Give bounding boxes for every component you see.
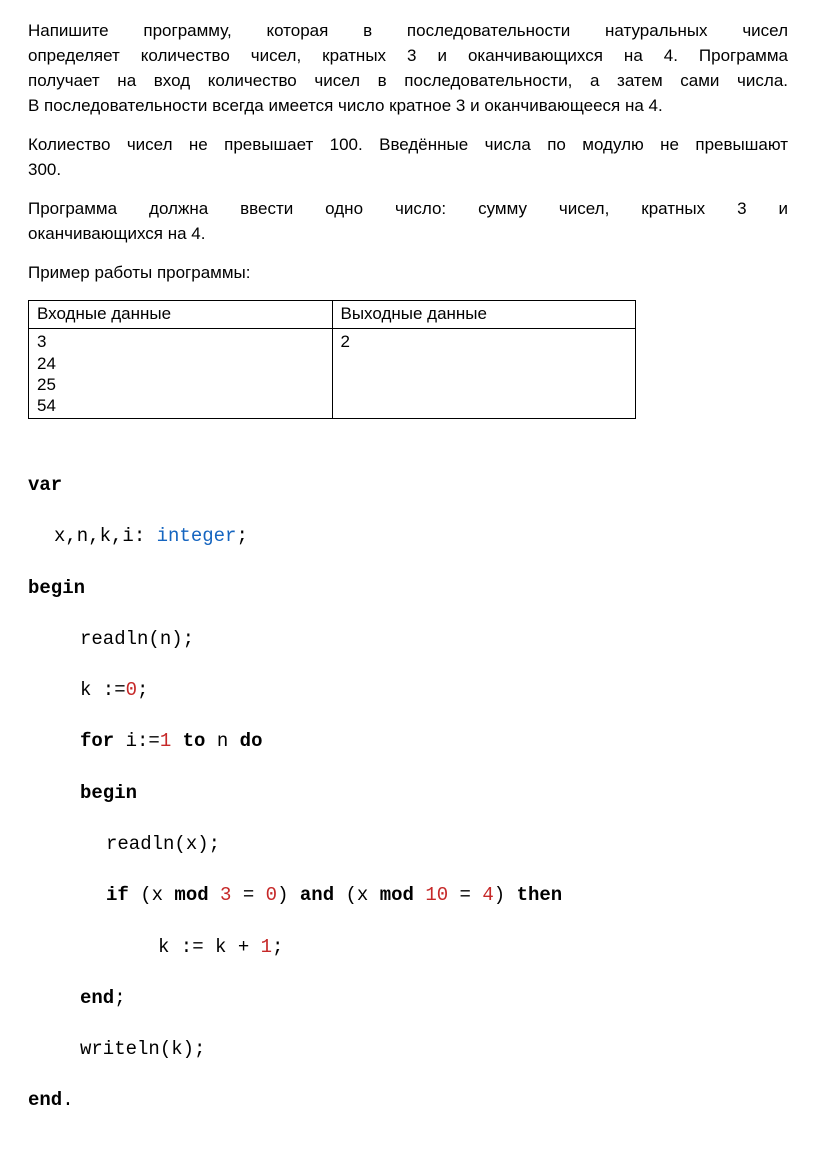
code-var: var xyxy=(28,474,62,496)
code-for-num: 1 xyxy=(160,730,171,752)
code-num3: 3 xyxy=(220,884,231,906)
code-k-assign-post: ; xyxy=(137,679,148,701)
code-k-inc-pre: k := k + xyxy=(158,936,261,958)
code-k-assign-num: 0 xyxy=(126,679,137,701)
code-if-p1: (x xyxy=(129,884,175,906)
code-mod1: mod xyxy=(174,884,208,906)
code-if-p3: (x xyxy=(334,884,380,906)
code-decl-pre: x,n,k,i: xyxy=(54,525,157,547)
code-mod2: mod xyxy=(380,884,414,906)
code-k-inc-num: 1 xyxy=(261,936,272,958)
code-for-n: n xyxy=(205,730,239,752)
code-for-to: to xyxy=(171,730,205,752)
code-num0: 0 xyxy=(266,884,277,906)
code-end-outer: end xyxy=(28,1089,62,1111)
table-header-row: Входные данные Выходные данные xyxy=(29,301,636,329)
code-end-dot: . xyxy=(62,1089,73,1111)
problem-paragraph-3-line1: Программа должна ввести одно число: сумм… xyxy=(28,198,788,221)
code-for-do: do xyxy=(240,730,263,752)
output-data-cell: 2 xyxy=(332,329,636,419)
problem-paragraph-3-line2: оканчивающихся на 4. xyxy=(28,223,788,246)
code-if-p2: ) xyxy=(277,884,300,906)
code-if-sp1 xyxy=(209,884,220,906)
code-if-eq1: = xyxy=(231,884,265,906)
code-and: and xyxy=(300,884,334,906)
code-then: then xyxy=(517,884,563,906)
code-begin: begin xyxy=(28,577,85,599)
code-if-p4: ) xyxy=(494,884,517,906)
problem-paragraph-1-line1: Напишите программу, которая в последоват… xyxy=(28,20,788,43)
code-decl-type: integer xyxy=(157,525,237,547)
code-end-semi: ; xyxy=(114,987,125,1009)
code-num10: 10 xyxy=(425,884,448,906)
code-if-sp2 xyxy=(414,884,425,906)
code-decl-post: ; xyxy=(236,525,247,547)
header-output: Выходные данные xyxy=(332,301,636,329)
code-k-assign-pre: k := xyxy=(80,679,126,701)
code-readln-n: readln(n); xyxy=(80,628,194,650)
code-block: var x,n,k,i: integer; begin readln(n); k… xyxy=(28,447,788,1139)
code-if-eq2: = xyxy=(448,884,482,906)
code-if: if xyxy=(106,884,129,906)
header-input: Входные данные xyxy=(29,301,333,329)
code-for-i: i:= xyxy=(114,730,160,752)
problem-paragraph-1-line3: получает на вход количество чисел в посл… xyxy=(28,70,788,93)
example-caption: Пример работы программы: xyxy=(28,262,788,285)
code-for: for xyxy=(80,730,114,752)
code-begin-inner: begin xyxy=(80,782,137,804)
table-data-row: 3 24 25 54 2 xyxy=(29,329,636,419)
code-end-inner: end xyxy=(80,987,114,1009)
output-data: 2 xyxy=(341,331,628,354)
example-table: Входные данные Выходные данные 3 24 25 5… xyxy=(28,300,636,419)
problem-paragraph-2-line2: 300. xyxy=(28,159,788,182)
code-readln-x: readln(x); xyxy=(106,833,220,855)
problem-paragraph-1-line2: определяет количество чисел, кратных 3 и… xyxy=(28,45,788,68)
problem-paragraph-2-line1: Колиество чисел не превышает 100. Введён… xyxy=(28,134,788,157)
problem-paragraph-1-line4: В последовательности всегда имеется числ… xyxy=(28,95,788,118)
code-writeln: writeln(k); xyxy=(80,1038,205,1060)
input-data: 3 24 25 54 xyxy=(37,331,324,416)
input-data-cell: 3 24 25 54 xyxy=(29,329,333,419)
code-k-inc-post: ; xyxy=(272,936,283,958)
code-num4: 4 xyxy=(482,884,493,906)
